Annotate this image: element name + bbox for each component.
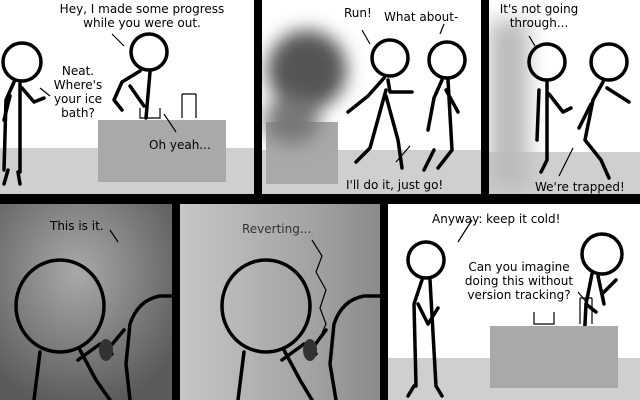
panel-6-speech-2: Can you imagine doing this without versi… [464, 260, 574, 302]
comic-panel-1: Hey, I made some progress while you were… [0, 0, 254, 194]
comic-panel-2: Run! What about- I'll do it, just go! [262, 0, 481, 194]
panel-2-speech-1: Run! [344, 6, 372, 20]
comic-panel-4: This is it. [0, 204, 172, 400]
panel-1-speech-3: Oh yeah... [149, 138, 211, 152]
panel-1-speech-2: Neat. Where's your ice bath? [53, 64, 103, 120]
panel-3-speech-2: We're trapped! [535, 180, 625, 194]
panel-1-speech-1: Hey, I made some progress while you were… [59, 2, 225, 30]
panel-3-speech-1: It's not going through... [499, 2, 579, 30]
panel-4-speech-1: This is it. [50, 219, 104, 233]
panel-2-speech-3: I'll do it, just go! [346, 178, 444, 192]
comic-panel-6: Anyway: keep it cold! Can you imagine do… [388, 204, 640, 400]
panel-6-art [388, 219, 640, 400]
panel-2-speech-2: What about- [384, 10, 459, 24]
panel-2-art [262, 23, 481, 194]
panel-5-speech-1: Reverting... [242, 222, 312, 236]
comic-panel-3: It's not going through... We're trapped! [489, 0, 640, 194]
comic-panel-5: Reverting... [180, 204, 380, 400]
panel-6-speech-1: Anyway: keep it cold! [432, 212, 561, 226]
panel-4-art [0, 204, 172, 400]
